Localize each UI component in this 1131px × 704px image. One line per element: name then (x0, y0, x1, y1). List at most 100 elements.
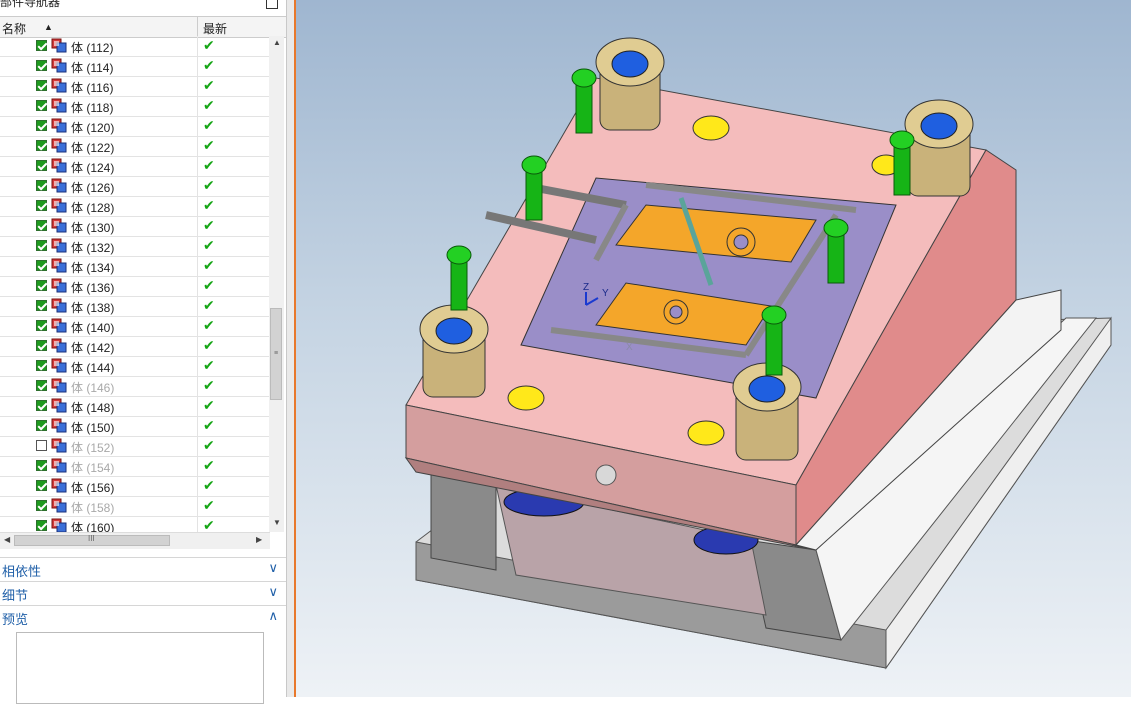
chevron-down-icon[interactable]: ∨ (268, 584, 278, 600)
column-divider (197, 156, 198, 176)
solid-body-icon (51, 118, 67, 134)
solid-body-icon (51, 198, 67, 214)
up-to-date-check-icon: ✔ (203, 297, 215, 313)
solid-body-icon (51, 98, 67, 114)
tree-row[interactable]: 体 (154) ✔ (0, 456, 270, 477)
solid-body-icon (51, 58, 67, 74)
visibility-checkbox[interactable] (36, 180, 47, 191)
triad-y-label: Y (602, 288, 609, 299)
tree-row[interactable]: 体 (122) ✔ (0, 136, 270, 157)
details-section-title: 细节 (2, 588, 29, 603)
bolt-2 (889, 130, 915, 196)
tree-row[interactable]: 体 (130) ✔ (0, 216, 270, 237)
horizontal-scroll-thumb[interactable]: III (14, 534, 170, 546)
tree-row[interactable]: 体 (148) ✔ (0, 396, 270, 417)
mold-assembly-model[interactable]: Z Y X (296, 0, 1131, 697)
tree-row[interactable]: 体 (118) ✔ (0, 96, 270, 117)
visibility-checkbox[interactable] (36, 200, 47, 211)
tree-row[interactable]: 体 (126) ✔ (0, 176, 270, 197)
solid-body-icon (51, 78, 67, 94)
visibility-checkbox[interactable] (36, 380, 47, 391)
up-to-date-check-icon: ✔ (203, 217, 215, 233)
visibility-checkbox[interactable] (36, 400, 47, 411)
up-to-date-check-icon: ✔ (203, 437, 215, 453)
tree-row[interactable]: 体 (140) ✔ (0, 316, 270, 337)
body-list: 体 (112) ✔ 体 (114) ✔ 体 (116) ✔ 体 (118) ✔ 体 (120) ✔… (0, 36, 270, 536)
tree-row[interactable]: 体 (120) ✔ (0, 116, 270, 137)
bolt-6 (761, 305, 787, 376)
preview-section[interactable]: 预览 ∧ (0, 605, 286, 628)
tree-row[interactable]: 体 (116) ✔ (0, 76, 270, 97)
visibility-checkbox[interactable] (36, 360, 47, 371)
chevron-down-icon[interactable]: ∨ (268, 560, 278, 576)
tree-row[interactable]: 体 (136) ✔ (0, 276, 270, 297)
tree-row[interactable]: 体 (132) ✔ (0, 236, 270, 257)
tree-row[interactable]: 体 (144) ✔ (0, 356, 270, 377)
visibility-checkbox[interactable] (36, 340, 47, 351)
visibility-checkbox[interactable] (36, 280, 47, 291)
visibility-checkbox[interactable] (36, 80, 47, 91)
panel-option-checkbox[interactable] (266, 0, 278, 9)
solid-body-icon (51, 478, 67, 494)
ejector-pad-3 (687, 420, 725, 446)
visibility-checkbox[interactable] (36, 420, 47, 431)
tree-row[interactable]: 体 (152) ✔ (0, 436, 270, 457)
chevron-up-icon[interactable]: ∧ (268, 608, 278, 624)
column-divider (197, 436, 198, 456)
visibility-checkbox[interactable] (36, 320, 47, 331)
tree-row[interactable]: 体 (134) ✔ (0, 256, 270, 277)
graphics-viewport[interactable]: Z Y X (296, 0, 1131, 697)
name-column-header[interactable]: 名称 (2, 20, 26, 37)
visibility-checkbox[interactable] (36, 240, 47, 251)
visibility-checkbox[interactable] (36, 60, 47, 71)
tree-row[interactable]: 体 (114) ✔ (0, 56, 270, 77)
visibility-checkbox[interactable] (36, 460, 47, 471)
visibility-checkbox[interactable] (36, 160, 47, 171)
visibility-checkbox[interactable] (36, 100, 47, 111)
tree-row[interactable]: 体 (138) ✔ (0, 296, 270, 317)
tree-row[interactable]: 体 (158) ✔ (0, 496, 270, 517)
tree-row[interactable]: 体 (156) ✔ (0, 476, 270, 497)
solid-body-icon (51, 38, 67, 54)
up-to-date-check-icon: ✔ (203, 197, 215, 213)
visibility-checkbox[interactable] (36, 520, 47, 531)
vertical-scrollbar[interactable]: ▲ ≡ ▼ (269, 36, 284, 532)
tree-row-label: 体 (120) (71, 121, 115, 135)
up-to-date-check-icon: ✔ (203, 137, 215, 153)
scroll-down-arrow-icon[interactable]: ▼ (273, 518, 281, 527)
visibility-checkbox[interactable] (36, 140, 47, 151)
visibility-checkbox[interactable] (36, 220, 47, 231)
visibility-checkbox[interactable] (36, 440, 47, 451)
visibility-checkbox[interactable] (36, 500, 47, 511)
tree-row[interactable]: 体 (146) ✔ (0, 376, 270, 397)
tree-row[interactable]: 体 (150) ✔ (0, 416, 270, 437)
tree-row[interactable]: 体 (112) ✔ (0, 36, 270, 57)
up-to-date-check-icon: ✔ (203, 57, 215, 73)
sort-ascending-icon[interactable]: ▲ (44, 22, 53, 32)
tree-row-label: 体 (122) (71, 141, 115, 155)
tree-row[interactable]: 体 (142) ✔ (0, 336, 270, 357)
visibility-checkbox[interactable] (36, 40, 47, 51)
column-divider (197, 456, 198, 476)
tree-row-label: 体 (156) (71, 481, 115, 495)
scroll-left-arrow-icon[interactable]: ◀ (4, 535, 10, 544)
visibility-checkbox[interactable] (36, 480, 47, 491)
visibility-checkbox[interactable] (36, 120, 47, 131)
details-section[interactable]: 细节 ∨ (0, 581, 286, 604)
latest-column-header[interactable]: 最新 (203, 20, 227, 37)
scroll-right-arrow-icon[interactable]: ▶ (256, 535, 262, 544)
vertical-scroll-thumb[interactable]: ≡ (270, 308, 282, 400)
visibility-checkbox[interactable] (36, 260, 47, 271)
visibility-checkbox[interactable] (36, 300, 47, 311)
tree-row[interactable]: 体 (128) ✔ (0, 196, 270, 217)
tree-row[interactable]: 体 (124) ✔ (0, 156, 270, 177)
horizontal-scrollbar[interactable]: ◀ III ▶ (0, 532, 270, 549)
up-to-date-check-icon: ✔ (203, 157, 215, 173)
column-divider[interactable] (197, 17, 198, 37)
column-divider (197, 376, 198, 396)
dependencies-section[interactable]: 相依性 ∨ (0, 557, 286, 580)
scroll-up-arrow-icon[interactable]: ▲ (273, 38, 281, 47)
solid-body-icon (51, 358, 67, 374)
up-to-date-check-icon: ✔ (203, 277, 215, 293)
tree-row-label: 体 (146) (71, 381, 115, 395)
